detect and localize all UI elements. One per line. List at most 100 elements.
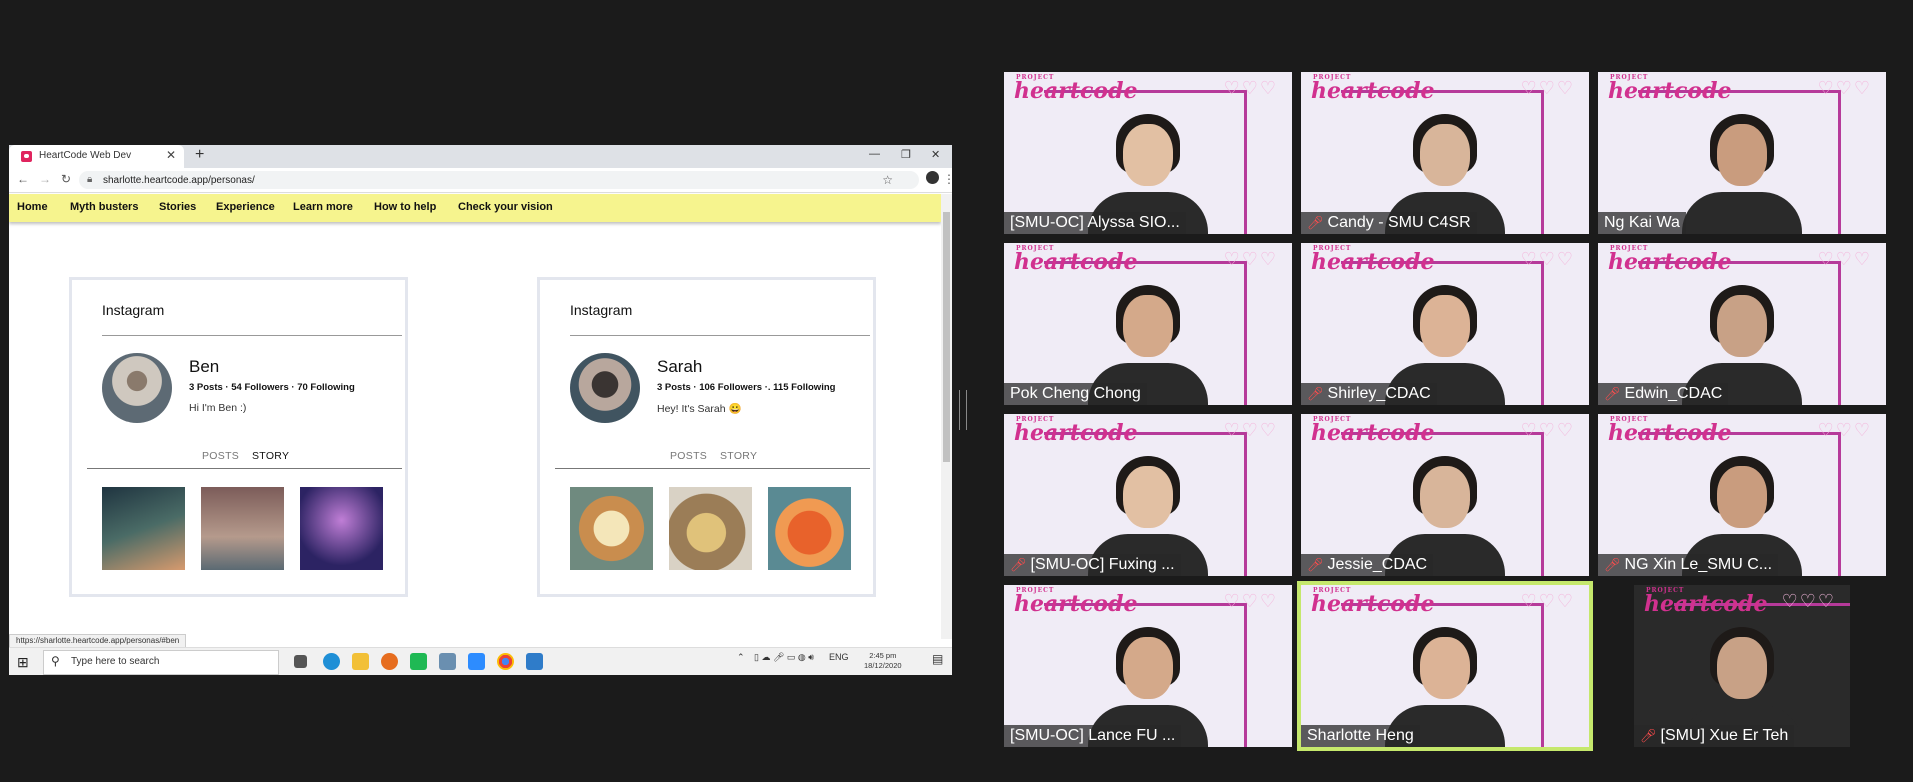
post-thumbnail[interactable] — [300, 487, 383, 570]
chrome-icon[interactable] — [497, 653, 514, 670]
reload-icon[interactable]: ↻ — [61, 172, 71, 186]
divider — [555, 468, 870, 469]
video-face — [1420, 637, 1470, 699]
favicon-icon — [21, 151, 32, 162]
search-placeholder: Type here to search — [71, 656, 160, 667]
tab-story[interactable]: STORY — [720, 450, 757, 462]
profile-name: Ben — [189, 357, 220, 376]
participant-tile[interactable]: PROJECT heartcode ♡♡♡ Pok Cheng Chong — [1004, 243, 1292, 405]
video-face — [1420, 295, 1470, 357]
back-icon[interactable]: ← — [17, 172, 29, 186]
browser-tab[interactable]: HeartCode Web Dev ✕ — [9, 145, 184, 168]
page-scrollbar[interactable] — [941, 194, 952, 639]
video-face — [1717, 295, 1767, 357]
zoom-icon[interactable] — [468, 653, 485, 670]
participant-tile[interactable]: PROJECT heartcode ♡♡♡ 🎤︎ Shirley_CDAC — [1301, 243, 1589, 405]
tab-posts[interactable]: POSTS — [670, 450, 707, 462]
participant-tile[interactable]: PROJECT heartcode ♡♡♡ 🎤︎ Jessie_CDAC — [1301, 414, 1589, 576]
avatar — [570, 353, 640, 423]
profile-stats: 3 Posts · 54 Followers · 70 Following — [189, 382, 355, 393]
participant-tile[interactable]: PROJECT heartcode ♡♡♡ 🎤︎ [SMU-OC] Fuxing .… — [1004, 414, 1292, 576]
nav-home[interactable]: Home — [17, 201, 48, 213]
participant-tile[interactable]: PROJECT heartcode ♡♡♡ Sharlotte Heng — [1297, 581, 1593, 751]
line-app-icon[interactable] — [410, 653, 427, 670]
url-field[interactable]: 🔒︎ sharlotte.heartcode.app/personas/ ☆ — [79, 171, 919, 189]
vscode-icon[interactable] — [526, 653, 543, 670]
participant-tile[interactable]: PROJECT heartcode ♡♡♡ Ng Kai Wa — [1598, 72, 1886, 234]
heartcode-logo: PROJECT heartcode — [1311, 587, 1435, 617]
video-face — [1123, 466, 1173, 528]
heartcode-logo: PROJECT heartcode — [1311, 74, 1435, 104]
language-indicator[interactable]: ENG — [829, 652, 849, 662]
muted-mic-icon: 🎤︎ — [1640, 728, 1657, 743]
restore-icon[interactable]: ❐ — [901, 148, 911, 161]
nav-myth-busters[interactable]: Myth busters — [70, 201, 138, 213]
nav-how-to-help[interactable]: How to help — [374, 201, 436, 213]
scroll-thumb[interactable] — [943, 212, 950, 462]
post-thumbnail[interactable] — [102, 487, 185, 570]
tray-icons[interactable]: ▯ ☁ 🎤︎ ▭ ◍ 🔊︎ — [754, 652, 814, 663]
participant-name-text: NG Xin Le_SMU C... — [1624, 556, 1773, 573]
notification-icon[interactable]: ▤ — [932, 652, 943, 666]
profile-icon[interactable] — [926, 171, 939, 184]
close-tab-icon[interactable]: ✕ — [166, 148, 176, 162]
video-body — [1682, 192, 1802, 234]
participant-tile[interactable]: PROJECT heartcode ♡♡♡ 🎤︎ Edwin_CDAC — [1598, 243, 1886, 405]
heartcode-logo: PROJECT heartcode — [1014, 74, 1138, 104]
participant-name: 🎤︎ Candy - SMU C4SR — [1301, 212, 1477, 234]
taskbar-search[interactable]: ⚲ Type here to search — [43, 650, 279, 675]
post-thumbnail[interactable] — [669, 487, 752, 570]
hearts-decoration: ♡♡♡ — [1223, 78, 1278, 98]
heartcode-logo: PROJECT heartcode — [1311, 416, 1435, 446]
hearts-decoration: ♡♡♡ — [1817, 249, 1872, 269]
edge-icon[interactable] — [323, 653, 340, 670]
nav-learn-more[interactable]: Learn more — [293, 201, 353, 213]
minimize-icon[interactable]: — — [869, 148, 880, 160]
close-window-icon[interactable]: ✕ — [931, 148, 940, 161]
participant-tile[interactable]: PROJECT heartcode ♡♡♡ [SMU-OC] Lance FU .… — [1004, 585, 1292, 747]
firefox-icon[interactable] — [381, 653, 398, 670]
forward-icon[interactable]: → — [39, 172, 51, 186]
new-tab-icon[interactable]: + — [195, 146, 204, 164]
participant-tile[interactable]: PROJECT heartcode ♡♡♡ 🎤︎ Candy - SMU C4SR — [1301, 72, 1589, 234]
task-view-icon[interactable] — [294, 655, 307, 668]
participant-name: 🎤︎ Shirley_CDAC — [1301, 383, 1437, 405]
participant-name-text: [SMU-OC] Lance FU ... — [1010, 727, 1176, 744]
post-thumbnail[interactable] — [570, 487, 653, 570]
file-explorer-icon[interactable] — [352, 653, 369, 670]
tab-posts[interactable]: POSTS — [202, 450, 239, 462]
participant-tile[interactable]: PROJECT heartcode ♡♡♡ [SMU-OC] Alyssa SIO… — [1004, 72, 1292, 234]
card-brand: Instagram — [102, 302, 165, 318]
muted-mic-icon: 🎤︎ — [1604, 386, 1621, 401]
participant-name-text: Shirley_CDAC — [1327, 385, 1431, 402]
nav-stories[interactable]: Stories — [159, 201, 196, 213]
heartcode-logo: PROJECT heartcode — [1014, 587, 1138, 617]
heartcode-logo: PROJECT heartcode — [1311, 245, 1435, 275]
heartcode-logo: PROJECT heartcode — [1014, 416, 1138, 446]
post-thumbnail[interactable] — [768, 487, 851, 570]
profile-name: Sarah — [657, 357, 703, 376]
participant-name: [SMU-OC] Lance FU ... — [1004, 725, 1182, 747]
nav-check-vision[interactable]: Check your vision — [458, 201, 553, 213]
app-icon[interactable] — [439, 653, 456, 670]
divider — [102, 335, 402, 336]
taskbar-clock[interactable]: 2:45 pm 18/12/2020 — [864, 651, 902, 671]
hearts-decoration: ♡♡♡ — [1817, 420, 1872, 440]
hearts-decoration: ♡♡♡ — [1520, 591, 1575, 611]
tab-title: HeartCode Web Dev — [39, 150, 132, 161]
heartcode-logo: PROJECT heartcode — [1644, 587, 1768, 617]
video-face — [1123, 295, 1173, 357]
tray-chevron-icon[interactable]: ⌃ — [737, 652, 745, 663]
menu-dots-icon[interactable]: ⋮ — [943, 172, 952, 186]
participant-tile[interactable]: PROJECT heartcode ♡♡♡ 🎤︎ NG Xin Le_SMU C..… — [1598, 414, 1886, 576]
muted-mic-icon: 🎤︎ — [1307, 557, 1324, 572]
tab-story[interactable]: STORY — [252, 450, 289, 462]
bookmark-star-icon[interactable]: ☆ — [882, 173, 893, 187]
muted-mic-icon: 🎤︎ — [1010, 557, 1027, 572]
windows-start-icon[interactable]: ⊞ — [17, 654, 29, 671]
participant-tile[interactable]: PROJECT heartcode ♡♡♡ 🎤︎ [SMU] Xue Er Teh — [1634, 585, 1850, 747]
nav-experience[interactable]: Experience — [216, 201, 275, 213]
post-thumbnail[interactable] — [201, 487, 284, 570]
view-splitter[interactable] — [959, 390, 967, 430]
participant-name-text: Jessie_CDAC — [1327, 556, 1428, 573]
